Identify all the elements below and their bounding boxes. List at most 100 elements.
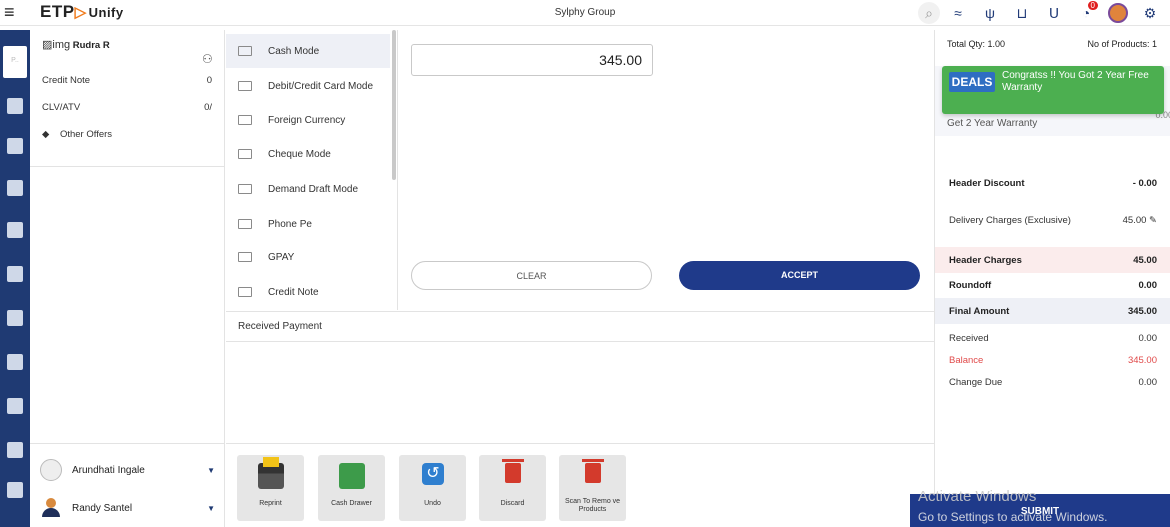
clv-label: CLV/ATV (42, 102, 81, 113)
modes-scrollbar[interactable] (392, 30, 396, 180)
action-label: Undo (424, 500, 441, 507)
customer-name-row: ▨img Rudra R (42, 38, 212, 51)
mode-credit-note[interactable]: Credit Note (226, 275, 390, 309)
currency-icon (238, 115, 252, 125)
printer-icon (258, 457, 284, 489)
returns-icon[interactable] (7, 266, 23, 282)
orders-icon[interactable] (7, 222, 23, 238)
user-avatar[interactable] (1104, 2, 1132, 24)
action-label: Scan To Remo ve Products (564, 498, 621, 513)
discard-button[interactable]: Discard (479, 455, 546, 521)
delivery-value-group: 45.00 ✎ (1123, 215, 1157, 226)
balance-label: Balance (949, 354, 984, 366)
logout-icon[interactable] (7, 442, 23, 458)
credit-note-icon (238, 287, 252, 297)
mode-label: Credit Note (268, 286, 319, 298)
usb-icon[interactable]: ψ (976, 2, 1004, 24)
roundoff-row: Roundoff 0.00 (935, 272, 1170, 298)
offer-toast[interactable]: DEALS Congratss !! You Got 2 Year Free W… (942, 66, 1164, 114)
header-charges-row: Header Charges 45.00 (935, 247, 1170, 273)
delivery-charges-row[interactable]: Delivery Charges (Exclusive) 45.00 ✎ (935, 207, 1170, 233)
header-discount-row: Header Discount - 0.00 (935, 170, 1170, 196)
final-amount-label: Final Amount (949, 305, 1010, 317)
chevron-down-icon[interactable]: ▼ (207, 466, 215, 475)
mode-foreign-currency[interactable]: Foreign Currency (226, 103, 390, 137)
mode-label: Cheque Mode (268, 148, 331, 160)
total-qty: Total Qty: 1.00 (947, 39, 1006, 49)
mode-cheque[interactable]: Cheque Mode (226, 137, 390, 171)
change-due-label: Change Due (949, 376, 1003, 388)
mode-demand-draft[interactable]: Demand Draft Mode (226, 172, 390, 206)
reprint-button[interactable]: Reprint (237, 455, 304, 521)
salesperson-select-2[interactable]: Randy Santel ▼ (40, 494, 215, 522)
cart-list-icon[interactable] (7, 138, 23, 154)
chevron-down-icon[interactable]: ▼ (207, 504, 215, 513)
amount-input[interactable]: 345.00 (411, 44, 653, 76)
credit-note-value: 0 (206, 75, 212, 86)
balance-value: 345.00 (1127, 354, 1157, 366)
bell-icon[interactable]: ◔ 0 (1072, 1, 1100, 24)
wallet-icon (238, 252, 252, 262)
payment-mode-list: Cash Mode Debit/Credit Card Mode Foreign… (226, 30, 398, 310)
action-bar: Reprint Cash Drawer ↺ Undo Discard Scan … (226, 443, 934, 527)
notification-badge: 0 (1087, 1, 1098, 10)
received-payment-title: Received Payment (226, 312, 934, 342)
mode-phonepe[interactable]: Phone Pe (226, 207, 390, 241)
search-icon[interactable]: ⌕ (918, 2, 940, 24)
activation-watermark-subtitle: Go to Settings to activate Windows. (918, 510, 1108, 524)
change-due-value: 0.00 (1138, 376, 1158, 388)
connection-icon[interactable]: ᑌ (1040, 2, 1068, 24)
settings-box-icon[interactable] (7, 398, 23, 414)
avatar (40, 459, 62, 481)
undo-button[interactable]: ↺ Undo (399, 455, 466, 521)
left-nav-rail: P.. (0, 30, 30, 527)
wifi-off-icon[interactable]: ≈ (944, 2, 972, 24)
mode-card[interactable]: Debit/Credit Card Mode (226, 69, 390, 103)
salesperson-select-1[interactable]: Arundhati Ingale ▼ (40, 456, 215, 484)
tag-icon: ◆ (42, 129, 50, 140)
pencil-icon[interactable]: ✎ (1149, 215, 1157, 226)
received-label: Received (949, 332, 989, 344)
mode-gpay[interactable]: GPAY (226, 240, 390, 274)
tag-icon[interactable] (7, 180, 23, 196)
edit-customer-icon[interactable]: ⚇ (202, 52, 213, 66)
cash-drawer-button[interactable]: Cash Drawer (318, 455, 385, 521)
mode-cash[interactable]: Cash Mode (226, 34, 390, 68)
roundoff-label: Roundoff (949, 279, 992, 291)
salesperson-section: Arundhati Ingale ▼ Randy Santel ▼ (30, 443, 225, 527)
draft-icon (238, 184, 252, 194)
credit-note-label: Credit Note (42, 75, 91, 86)
gear-icon[interactable]: ⚙ (1136, 2, 1164, 24)
salesperson-name: Arundhati Ingale (72, 464, 145, 476)
header-charges-label: Header Charges (949, 254, 1022, 266)
customer-summary: ▨img Rudra R ⚇ Credit Note 0 CLV/ATV 0/ … (30, 30, 224, 167)
scan-remove-button[interactable]: Scan To Remo ve Products (559, 455, 626, 521)
mode-label: Debit/Credit Card Mode (268, 80, 374, 92)
header-discount-value: - 0.00 (1132, 177, 1157, 189)
action-label: Discard (500, 500, 525, 507)
top-bar: ≡ ETP▷ Unify Sylphy Group ⌕ ≈ ψ ⊔ ᑌ ◔ 0 ⚙ (0, 0, 1170, 26)
wallet-icon (238, 219, 252, 229)
top-icons: ⌕ ≈ ψ ⊔ ᑌ ◔ 0 ⚙ (918, 1, 1164, 25)
clv-row: CLV/ATV 0/ (42, 102, 212, 113)
report-icon[interactable] (7, 354, 23, 370)
accept-button[interactable]: ACCEPT (679, 261, 920, 290)
delivery-label: Delivery Charges (Exclusive) (949, 214, 1071, 226)
rail-search-tab[interactable]: P.. (3, 46, 27, 78)
roundoff-value: 0.00 (1138, 279, 1158, 291)
megaphone-icon[interactable] (7, 98, 23, 114)
mode-label: Demand Draft Mode (268, 183, 359, 195)
final-amount-value: 345.00 (1127, 305, 1157, 317)
summary-header: Total Qty: 1.00 No of Products: 1 (935, 30, 1170, 62)
cart-icon[interactable]: ⊔ (1008, 2, 1036, 24)
clear-button[interactable]: CLEAR (411, 261, 652, 290)
customer-card-icon[interactable] (7, 310, 23, 326)
other-offers-label: Other Offers (59, 129, 113, 140)
other-offers[interactable]: ◆ Other Offers (42, 129, 212, 140)
credit-note-row: Credit Note 0 (42, 75, 212, 86)
product-count: No of Products: 1 (1087, 39, 1157, 49)
deals-badge: DEALS (949, 72, 995, 92)
avatar (40, 497, 62, 519)
cash-hand-icon[interactable] (7, 482, 23, 498)
clv-value: 0/ (204, 102, 212, 113)
